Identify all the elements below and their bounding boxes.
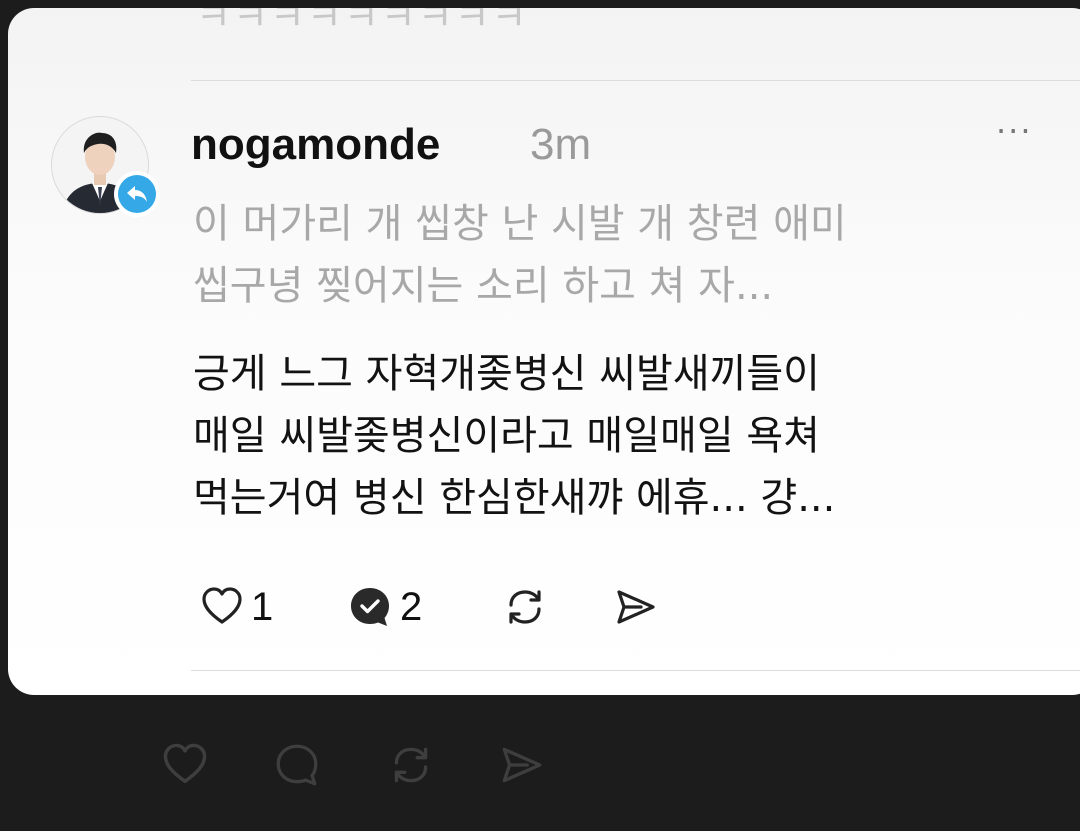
send-icon (617, 590, 655, 624)
divider (191, 670, 1080, 671)
body-line: 매일 씨발좆병신이라고 매일매일 욕쳐 (193, 413, 820, 459)
repost-icon (394, 747, 428, 783)
comment-bubble-icon (276, 744, 318, 786)
reply-count: 2 (400, 584, 423, 629)
repost-button[interactable] (501, 580, 549, 634)
background-repost-button[interactable] (386, 735, 436, 795)
background-share-button[interactable] (496, 735, 546, 795)
quoted-text: 이 머가리 개 씹창 난 시발 개 창련 애미 씹구녕 찢어지는 소리 하고 쳐… (193, 193, 1063, 317)
previous-post-text: ㅋㅋㅋㅋㅋㅋㅋㅋㅋ (196, 8, 529, 39)
body-line: 먹는거여 병신 한심한새꺄 에휴... 걍... (193, 475, 836, 521)
more-options-button[interactable]: ··· (996, 112, 1052, 152)
like-button[interactable]: 1 (199, 580, 273, 634)
background-reply-button[interactable] (272, 735, 322, 795)
post-body: 긍게 느그 자혁개좆병신 씨발새끼들이 매일 씨발좆병신이라고 매일매일 욕쳐 … (193, 343, 1073, 529)
reply-button[interactable]: 2 (346, 580, 422, 634)
reply-bubble-icon (351, 588, 389, 626)
post-timestamp: 3m (530, 120, 592, 169)
heart-icon (202, 587, 242, 624)
background-like-button[interactable] (160, 735, 210, 795)
heart-icon (163, 743, 207, 784)
reply-badge (114, 171, 160, 217)
divider (191, 80, 1080, 81)
quoted-line: 씹구녕 찢어지는 소리 하고 쳐 자... (193, 263, 774, 309)
like-count: 1 (251, 584, 274, 629)
share-button[interactable] (611, 580, 659, 634)
username[interactable]: nogamonde (191, 120, 440, 170)
quoted-line: 이 머가리 개 씹창 난 시발 개 창련 애미 (193, 201, 847, 247)
reply-arrow-icon (127, 186, 147, 202)
post-card: ㅋㅋㅋㅋㅋㅋㅋㅋㅋ nogamonde 3m ··· 이 머가리 개 씹창 난 … (8, 8, 1080, 695)
send-icon (502, 747, 542, 783)
body-line: 긍게 느그 자혁개좆병신 씨발새끼들이 (193, 351, 820, 397)
repost-icon (509, 590, 541, 624)
